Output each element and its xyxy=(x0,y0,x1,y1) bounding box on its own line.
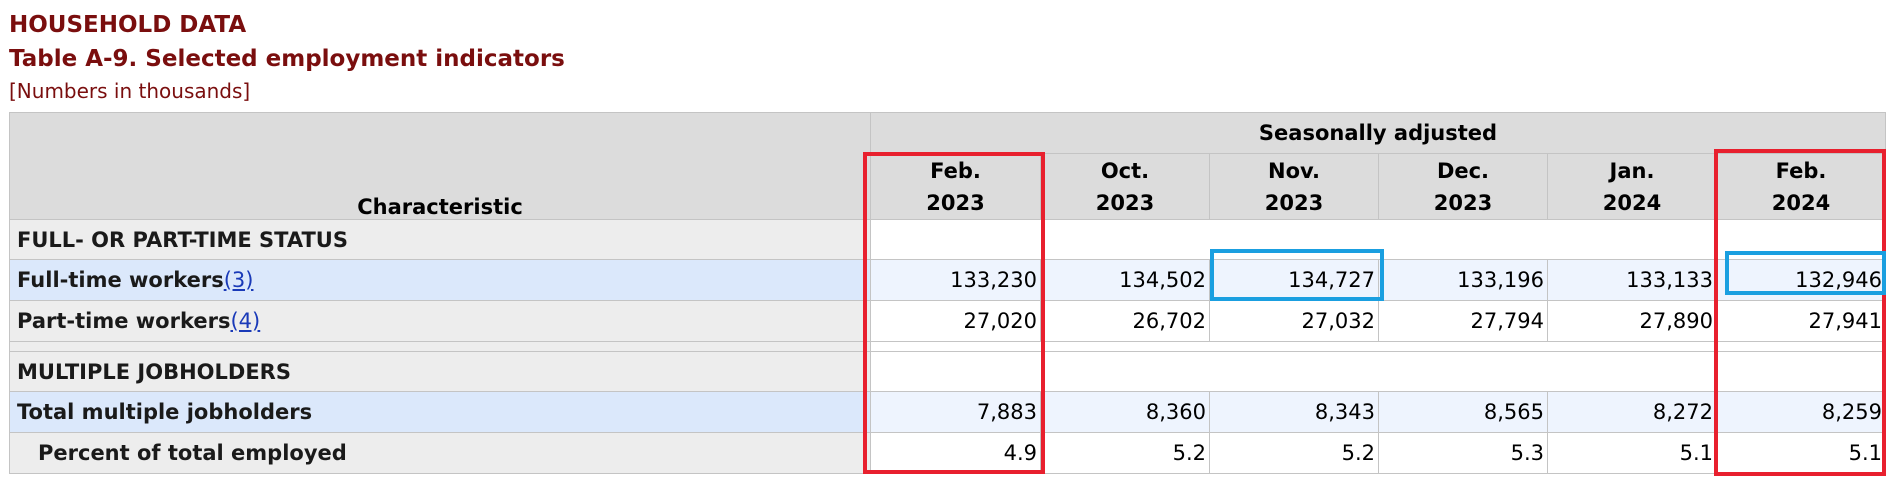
cell: 133,230 xyxy=(870,259,1041,301)
cell: 134,727 xyxy=(1209,259,1379,301)
cell: 8,565 xyxy=(1378,391,1548,433)
employment-indicators-table: Characteristic Seasonally adjusted Feb. 2… xyxy=(9,112,1886,474)
cell: 8,343 xyxy=(1209,391,1379,433)
spacer-cell xyxy=(870,341,1886,352)
cell: 5.2 xyxy=(1209,432,1379,474)
cell: 27,890 xyxy=(1547,300,1717,342)
cell: 7,883 xyxy=(870,391,1041,433)
cell: 27,941 xyxy=(1716,300,1886,342)
cell: 5.3 xyxy=(1378,432,1548,474)
cell: 8,259 xyxy=(1716,391,1886,433)
cell: 4.9 xyxy=(870,432,1041,474)
supertitle: HOUSEHOLD DATA xyxy=(9,12,247,38)
section-title: MULTIPLE JOBHOLDERS xyxy=(9,351,871,392)
table-note: [Numbers in thousands] xyxy=(9,79,251,103)
section-row: FULL- OR PART-TIME STATUS xyxy=(9,219,1886,260)
cell: 133,133 xyxy=(1547,259,1717,301)
cell: 8,272 xyxy=(1547,391,1717,433)
cell: 133,196 xyxy=(1378,259,1548,301)
column-header-oct-2023: Oct. 2023 xyxy=(1040,153,1210,220)
column-header-feb-2024: Feb. 2024 xyxy=(1716,153,1886,220)
table-header: HOUSEHOLD DATA Table A-9. Selected emplo… xyxy=(9,8,565,106)
characteristic-header: Characteristic xyxy=(9,112,871,220)
section-blank xyxy=(870,219,1886,260)
cell: 8,360 xyxy=(1040,391,1210,433)
section-row: MULTIPLE JOBHOLDERS xyxy=(9,351,1886,392)
cell: 5.2 xyxy=(1040,432,1210,474)
row-label: Percent of total employed xyxy=(9,432,871,474)
spacer-row xyxy=(9,341,1886,352)
footnote-link[interactable]: (3) xyxy=(224,268,254,292)
column-header-jan-2024: Jan. 2024 xyxy=(1547,153,1717,220)
table-title: Table A-9. Selected employment indicator… xyxy=(9,46,565,72)
table-row: Part-time workers(4) 27,020 26,702 27,03… xyxy=(9,300,1886,342)
cell: 27,794 xyxy=(1378,300,1548,342)
table-row: Total multiple jobholders 7,883 8,360 8,… xyxy=(9,391,1886,433)
row-label: Full-time workers(3) xyxy=(9,259,871,301)
seasonally-adjusted-header: Seasonally adjusted xyxy=(870,112,1886,154)
cell: 132,946 xyxy=(1716,259,1886,301)
section-title: FULL- OR PART-TIME STATUS xyxy=(9,219,871,260)
column-header-nov-2023: Nov. 2023 xyxy=(1209,153,1379,220)
spacer-cell xyxy=(9,341,871,352)
cell: 5.1 xyxy=(1547,432,1717,474)
cell: 26,702 xyxy=(1040,300,1210,342)
row-label: Part-time workers(4) xyxy=(9,300,871,342)
cell: 27,020 xyxy=(870,300,1041,342)
table-row: Full-time workers(3) 133,230 134,502 134… xyxy=(9,259,1886,301)
cell: 27,032 xyxy=(1209,300,1379,342)
row-label: Total multiple jobholders xyxy=(9,391,871,433)
section-blank xyxy=(870,351,1886,392)
footnote-link[interactable]: (4) xyxy=(230,309,260,333)
table-row: Percent of total employed 4.9 5.2 5.2 5.… xyxy=(9,432,1886,474)
column-header-feb-2023: Feb. 2023 xyxy=(870,153,1041,220)
column-header-dec-2023: Dec. 2023 xyxy=(1378,153,1548,220)
cell: 134,502 xyxy=(1040,259,1210,301)
cell: 5.1 xyxy=(1716,432,1886,474)
